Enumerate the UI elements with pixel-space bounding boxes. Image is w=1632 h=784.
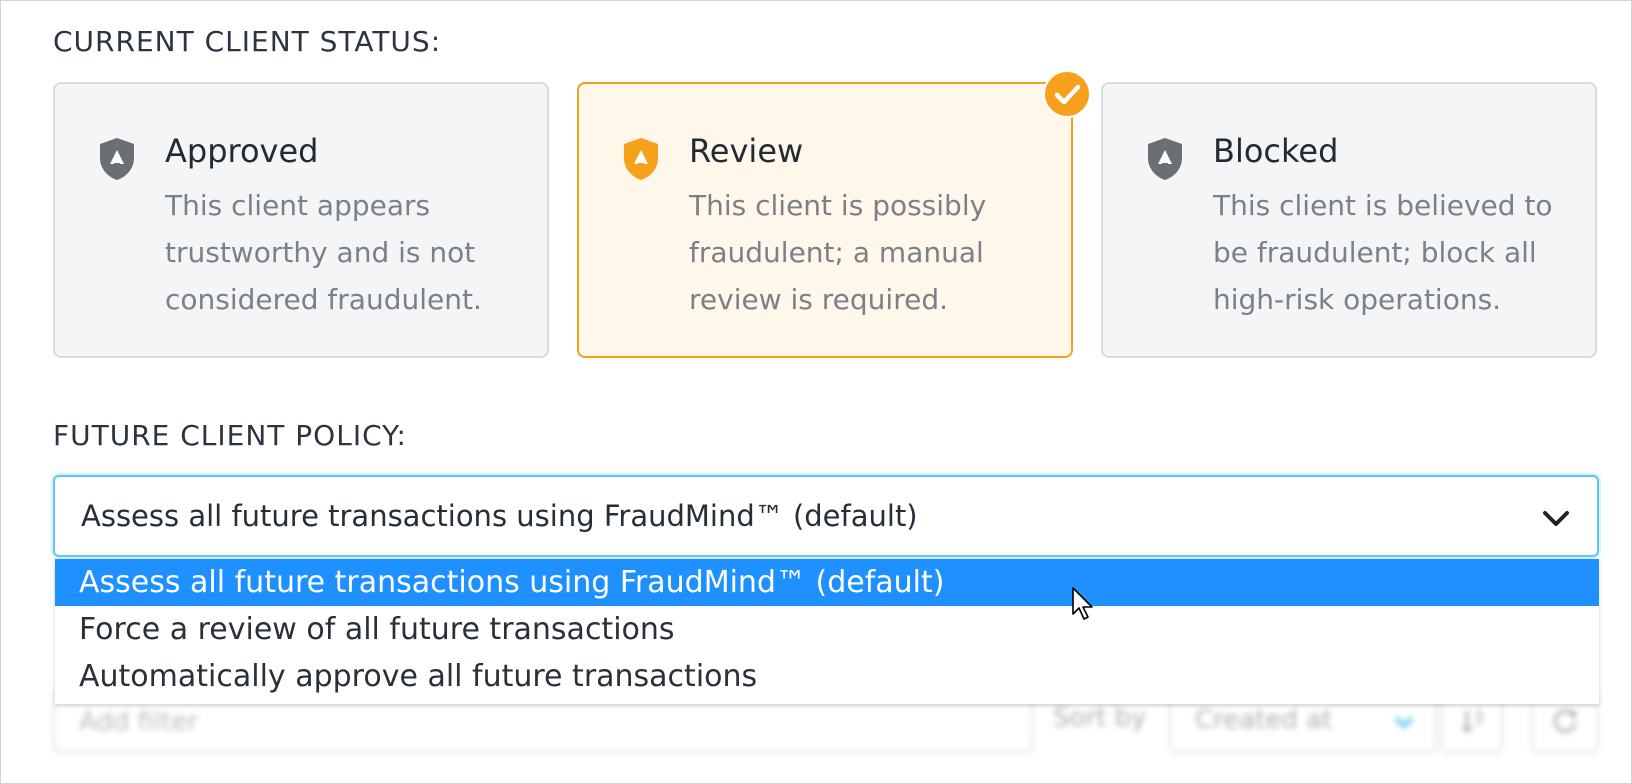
status-card-blocked[interactable]: Blocked This client is believed to be fr… (1101, 82, 1597, 358)
status-card-review[interactable]: Review This client is possibly fraudulen… (577, 82, 1073, 358)
card-title: Approved (165, 132, 319, 170)
card-title: Review (689, 132, 804, 170)
policy-select-value: Assess all future transactions using Fra… (81, 499, 918, 533)
policy-dropdown-list: Assess all future transactions using Fra… (55, 559, 1599, 704)
shield-icon (1148, 138, 1182, 180)
sort-icon (1461, 709, 1483, 734)
sort-label: Sort by (1053, 703, 1147, 733)
card-description: This client appears trustworthy and is n… (165, 189, 482, 316)
future-policy-label: FUTURE CLIENT POLICY: (53, 419, 407, 452)
policy-option-force-review[interactable]: Force a review of all future transaction… (55, 606, 1599, 653)
chevron-down-icon (1394, 716, 1414, 729)
card-description: This client is believed to be fraudulent… (1213, 189, 1553, 316)
chevron-down-icon (1543, 511, 1569, 526)
status-card-approved[interactable]: Approved This client appears trustworthy… (53, 82, 549, 358)
card-description: This client is possibly fraudulent; a ma… (689, 189, 987, 316)
sort-select-value: Created at (1195, 705, 1333, 735)
check-circle-icon (1043, 70, 1091, 118)
policy-option-auto-approve[interactable]: Automatically approve all future transac… (55, 653, 1599, 700)
filter-placeholder: Add filter (79, 707, 199, 737)
current-status-label: CURRENT CLIENT STATUS: (53, 25, 442, 58)
refresh-icon (1553, 709, 1577, 733)
shield-icon (100, 138, 134, 180)
mouse-cursor-icon (1072, 587, 1093, 620)
card-title: Blocked (1213, 132, 1339, 170)
shield-icon (624, 138, 658, 180)
fraud-settings-panel: CURRENT CLIENT STATUS: Approved This cli… (0, 0, 1632, 784)
policy-option-assess[interactable]: Assess all future transactions using Fra… (55, 559, 1599, 606)
policy-select[interactable]: Assess all future transactions using Fra… (53, 475, 1599, 557)
